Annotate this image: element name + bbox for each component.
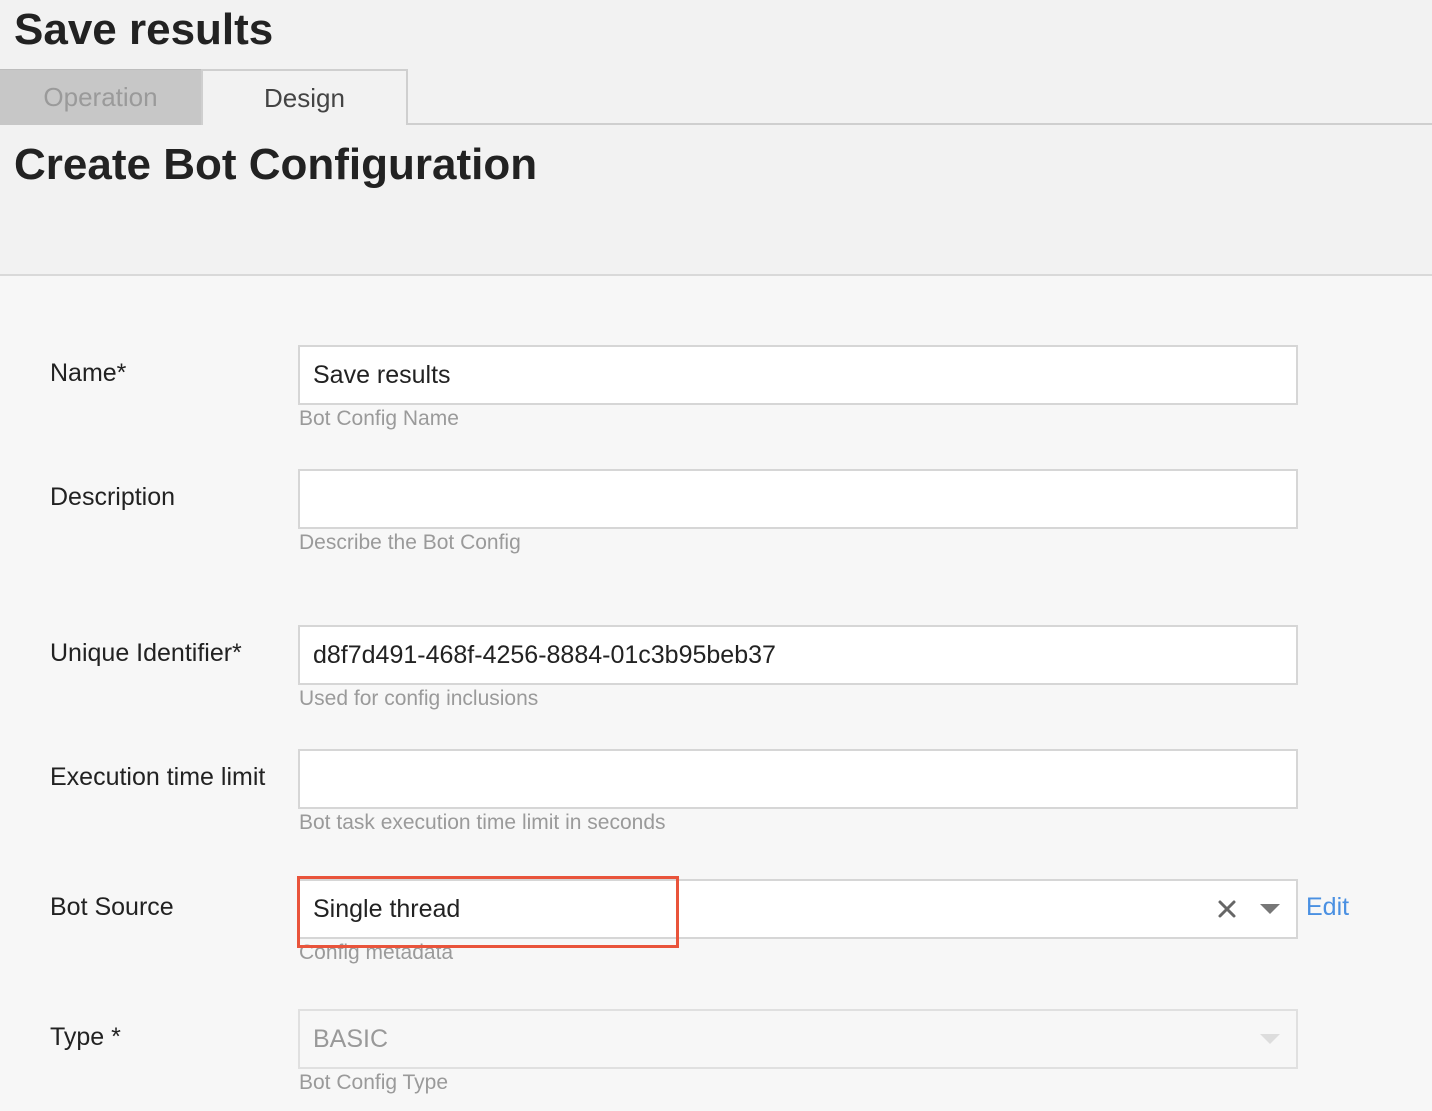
execution-time-limit-label: Execution time limit xyxy=(50,763,266,791)
description-label: Description xyxy=(50,483,176,511)
unique-identifier-help: Used for config inclusions xyxy=(299,687,539,710)
description-help: Describe the Bot Config xyxy=(299,531,521,554)
execution-time-limit-help: Bot task execution time limit in seconds xyxy=(299,811,666,834)
tab-design[interactable]: Design xyxy=(201,69,408,125)
chevron-down-icon xyxy=(1260,1034,1280,1044)
name-field[interactable] xyxy=(298,345,1298,405)
type-select xyxy=(298,1009,1298,1069)
unique-identifier-field[interactable] xyxy=(298,625,1298,685)
type-label: Type * xyxy=(50,1023,121,1051)
name-label: Name* xyxy=(50,359,127,387)
bot-source-value: Single thread xyxy=(313,895,461,923)
tab-bar: Operation Design xyxy=(0,69,1432,125)
bot-source-label: Bot Source xyxy=(50,893,174,921)
unique-identifier-label: Unique Identifier* xyxy=(50,639,242,667)
bot-source-edit-link[interactable]: Edit xyxy=(1306,893,1349,922)
page-title: Save results xyxy=(14,5,274,54)
type-value: BASIC xyxy=(313,1025,389,1053)
close-icon[interactable] xyxy=(1214,896,1240,922)
execution-time-limit-field[interactable] xyxy=(298,749,1298,809)
description-field[interactable] xyxy=(298,469,1298,529)
name-help: Bot Config Name xyxy=(299,407,459,430)
tab-divider xyxy=(406,123,1432,125)
bot-source-help: Config metadata xyxy=(299,941,454,964)
section-title: Create Bot Configuration xyxy=(14,140,538,189)
tab-operation[interactable]: Operation xyxy=(0,69,201,125)
type-help: Bot Config Type xyxy=(299,1071,449,1094)
chevron-down-icon[interactable] xyxy=(1258,902,1282,916)
